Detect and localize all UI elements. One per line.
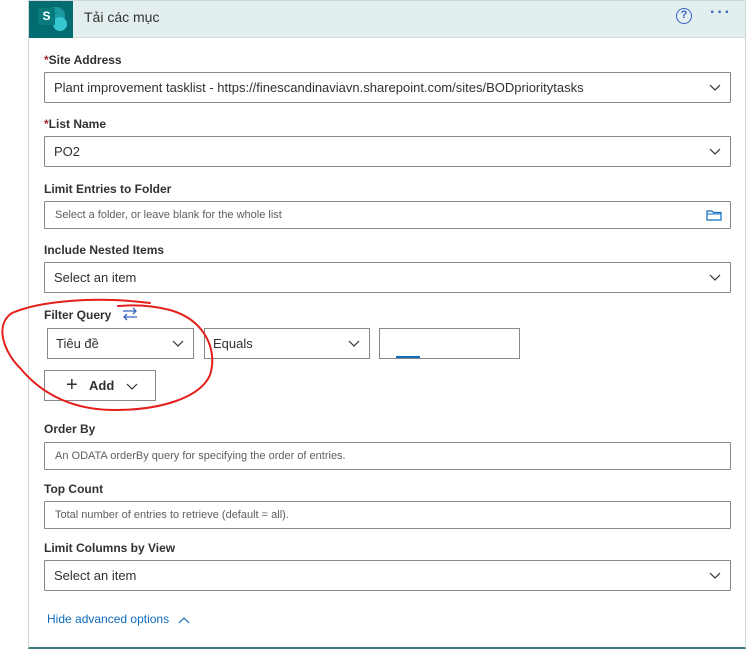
filter-field-value: Tiêu đề (56, 336, 99, 351)
advanced-link-label: Hide advanced options (47, 612, 170, 626)
filter-query-label: Filter Query (44, 308, 112, 322)
nested-items-value: Select an item (54, 270, 137, 285)
order-by-input[interactable]: An ODATA orderBy query for specifying th… (44, 442, 731, 470)
top-count-label: Top Count (44, 482, 104, 496)
add-button-label: Add (89, 378, 115, 393)
order-by-label: Order By (44, 422, 96, 436)
limit-columns-label: Limit Columns by View (44, 541, 176, 555)
top-count-placeholder: Total number of entries to retrieve (def… (55, 509, 289, 521)
site-address-label-text: Site Address (48, 53, 122, 67)
filter-operator-value: Equals (213, 336, 253, 351)
site-address-dropdown[interactable]: Plant improvement tasklist - https://fin… (44, 72, 731, 103)
list-name-dropdown[interactable]: PO2 (44, 136, 731, 167)
limit-folder-placeholder: Select a folder, or leave blank for the … (55, 209, 282, 221)
chevron-down-icon (709, 148, 721, 155)
filter-value-input[interactable] (379, 328, 520, 359)
list-name-label-text: List Name (48, 117, 107, 131)
limit-folder-input[interactable]: Select a folder, or leave blank for the … (44, 201, 731, 229)
nested-items-label: Include Nested Items (44, 243, 165, 257)
chevron-down-icon (709, 274, 721, 281)
hide-advanced-options-link[interactable]: Hide advanced options (47, 612, 190, 626)
folder-icon[interactable] (706, 209, 722, 221)
chevron-down-icon (348, 340, 360, 347)
filter-field-dropdown[interactable]: Tiêu đề (47, 328, 194, 359)
input-focus-underline (396, 356, 420, 358)
more-icon[interactable]: ··· (710, 4, 732, 22)
limit-folder-label: Limit Entries to Folder (44, 182, 172, 196)
action-title[interactable]: Tải các mục (84, 9, 159, 25)
card-header[interactable]: S Tải các mục ? ··· (29, 1, 745, 38)
help-icon[interactable]: ? (676, 8, 692, 24)
site-address-label: *Site Address (44, 53, 122, 67)
swap-icon[interactable] (121, 307, 139, 321)
sharepoint-logo-icon: S (29, 1, 73, 38)
chevron-down-icon (126, 383, 138, 390)
chevron-up-icon (179, 616, 190, 624)
site-address-value: Plant improvement tasklist - https://fin… (54, 80, 584, 95)
order-by-placeholder: An ODATA orderBy query for specifying th… (55, 450, 346, 462)
chevron-down-icon (172, 340, 184, 347)
action-card: S Tải các mục ? ··· *Site Address Plant … (28, 0, 746, 649)
chevron-down-icon (709, 84, 721, 91)
logo-letter: S (38, 8, 55, 25)
add-filter-button[interactable]: + Add (44, 370, 156, 401)
plus-icon: + (66, 374, 78, 396)
chevron-down-icon (709, 572, 721, 579)
limit-columns-dropdown[interactable]: Select an item (44, 560, 731, 591)
list-name-value: PO2 (54, 144, 81, 159)
limit-columns-value: Select an item (54, 568, 137, 583)
nested-items-dropdown[interactable]: Select an item (44, 262, 731, 293)
top-count-input[interactable]: Total number of entries to retrieve (def… (44, 501, 731, 529)
filter-operator-dropdown[interactable]: Equals (204, 328, 370, 359)
list-name-label: *List Name (44, 117, 106, 131)
